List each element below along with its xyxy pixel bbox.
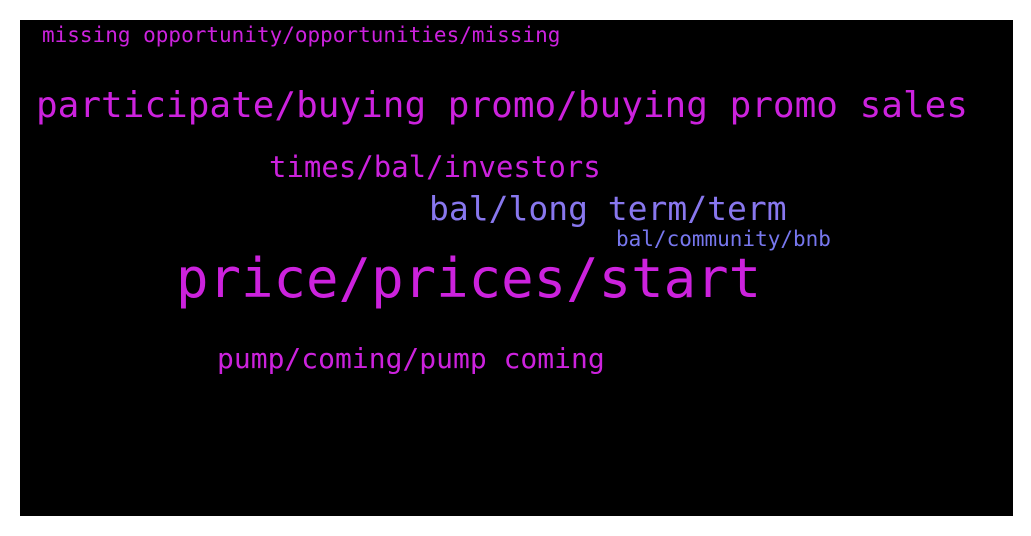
word-pump-coming: pump/coming/pump coming (217, 342, 605, 375)
word-missing-opportunity: missing opportunity/opportunities/missin… (42, 23, 561, 47)
word-bal-long-term: bal/long term/term (429, 189, 787, 228)
word-times-bal-investors: times/bal/investors (269, 150, 601, 184)
word-participate-buying-promo: participate/buying promo/buying promo sa… (36, 85, 968, 126)
word-price-prices-start: price/prices/start (176, 247, 762, 310)
word-cloud: missing opportunity/opportunities/missin… (20, 20, 1013, 516)
